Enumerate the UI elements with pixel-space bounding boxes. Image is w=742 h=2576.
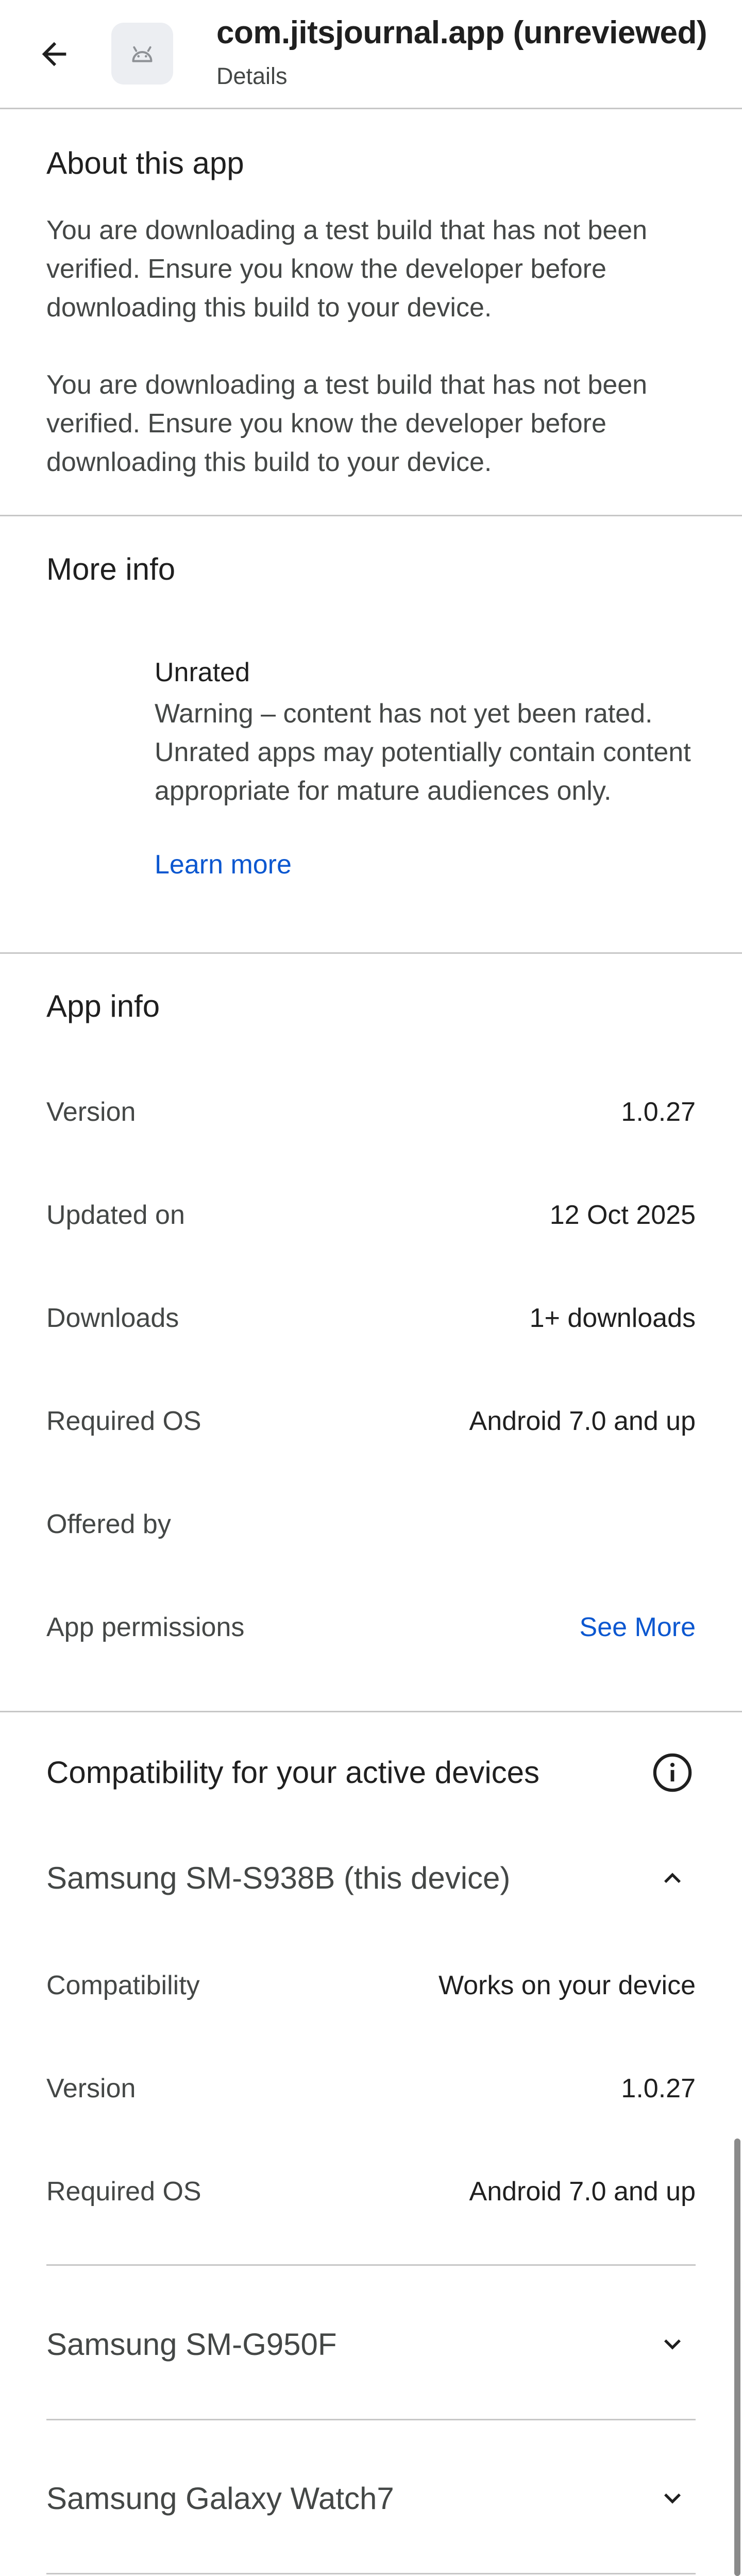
device-header-galaxy-watch7[interactable]: Samsung Galaxy Watch7	[46, 2481, 394, 2516]
see-more-permissions-link[interactable]: See More	[580, 1612, 696, 1643]
required-os-value: Android 7.0 and up	[469, 1406, 696, 1436]
page-title: com.jitsjournal.app (unreviewed)	[216, 15, 707, 50]
android-icon	[132, 46, 153, 62]
section-divider	[0, 952, 742, 954]
device-divider	[46, 2264, 696, 2266]
section-divider	[0, 515, 742, 516]
compatibility-value: Works on your device	[438, 1971, 696, 2000]
version-label: Version	[46, 1097, 136, 1127]
downloads-value: 1+ downloads	[529, 1303, 696, 1333]
back-button[interactable]	[31, 31, 77, 77]
page-subtitle: Details	[216, 63, 288, 89]
app-info-section-title: App info	[46, 989, 160, 1023]
offered-by-label: Offered by	[46, 1509, 171, 1539]
expand-device-button[interactable]	[649, 2475, 696, 2521]
content-rating-warning: Warning – content has not yet been rated…	[155, 699, 691, 806]
device-required-os-label: Required OS	[46, 2177, 201, 2207]
chevron-up-icon	[664, 1873, 681, 1883]
collapse-device-button[interactable]	[649, 1855, 696, 1901]
info-icon	[653, 1753, 692, 1792]
device-divider	[46, 2573, 696, 2574]
scrollbar-thumb[interactable]	[734, 2139, 740, 2576]
device-version-value: 1.0.27	[621, 2074, 696, 2103]
compatibility-section-title: Compatibility for your active devices	[46, 1755, 540, 1790]
compatibility-label: Compatibility	[46, 1971, 200, 2000]
more-info-section-title: More info	[46, 552, 176, 586]
expand-device-button[interactable]	[649, 2321, 696, 2367]
top-app-bar: com.jitsjournal.app (unreviewed) Details	[0, 0, 742, 109]
device-divider	[46, 2419, 696, 2420]
chevron-down-icon	[664, 2493, 681, 2504]
device-required-os-value: Android 7.0 and up	[469, 2177, 696, 2207]
chevron-down-icon	[664, 2339, 681, 2350]
content-rating-title: Unrated	[155, 658, 250, 687]
about-paragraph-1: You are downloading a test build that ha…	[46, 215, 648, 323]
app-icon	[111, 23, 173, 85]
downloads-label: Downloads	[46, 1303, 179, 1333]
arrow-back-icon	[42, 42, 66, 66]
compatibility-info-button[interactable]	[649, 1749, 696, 1796]
section-divider	[0, 1711, 742, 1712]
required-os-label: Required OS	[46, 1406, 201, 1436]
learn-more-link[interactable]: Learn more	[155, 849, 292, 880]
app-permissions-label: App permissions	[46, 1612, 245, 1642]
device-version-label: Version	[46, 2074, 136, 2103]
updated-on-label: Updated on	[46, 1200, 185, 1230]
device-header-sm-g950f[interactable]: Samsung SM-G950F	[46, 2327, 337, 2362]
version-value: 1.0.27	[621, 1097, 696, 1127]
updated-on-value: 12 Oct 2025	[549, 1200, 696, 1230]
device-header-this-device[interactable]: Samsung SM-S938B (this device)	[46, 1860, 510, 1896]
about-section-title: About this app	[46, 146, 244, 180]
app-details-page: com.jitsjournal.app (unreviewed) Details…	[0, 0, 742, 2576]
about-paragraph-2: You are downloading a test build that ha…	[46, 370, 648, 477]
